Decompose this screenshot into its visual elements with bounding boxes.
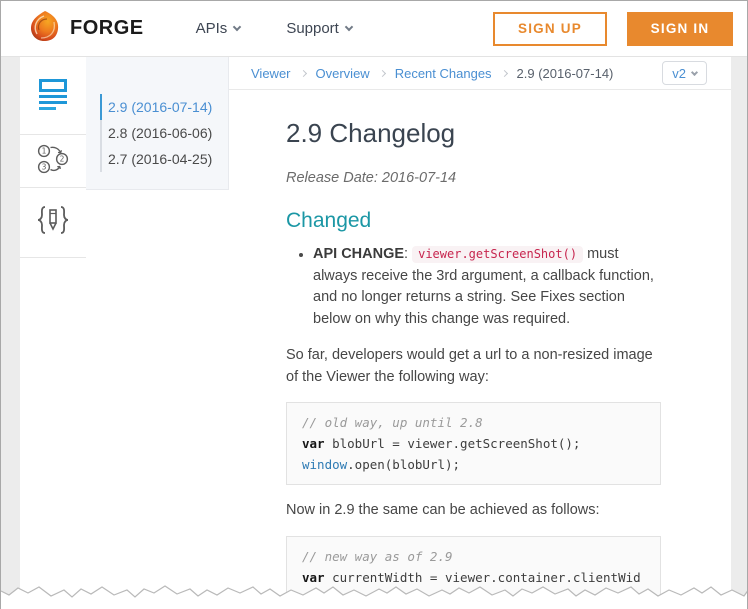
article-docs-icon (39, 78, 67, 113)
forge-logo[interactable]: FORGE (28, 9, 144, 48)
sign-in-button[interactable]: SIGN IN (627, 11, 733, 46)
code-line: // old way, up until 2.8 (302, 415, 483, 430)
left-page-gutter (1, 57, 20, 609)
main-content: Viewer Overview Recent Changes 2.9 (2016-07… (229, 57, 731, 609)
code-block-new-way: // new way as of 2.9 var currentWidth = v… (286, 535, 661, 609)
api-version-label: v2 (672, 65, 686, 81)
breadcrumb-link[interactable]: Overview (316, 66, 370, 81)
version-link-active[interactable]: 2.9 (2016-07-14) (100, 94, 228, 120)
forge-flame-icon (28, 9, 62, 48)
top-header: FORGE APIs Support SIGN UP SIGN IN (1, 1, 747, 57)
brand-name: FORGE (70, 17, 144, 39)
page-title: 2.9 Changelog (286, 118, 456, 148)
breadcrumb-separator-icon (299, 69, 307, 77)
numbered-steps-icon: 1 2 3 (35, 143, 71, 180)
breadcrumb-link[interactable]: Viewer (251, 66, 291, 81)
change-list-item: API CHANGE: viewer.getScreenShot() must … (299, 244, 661, 330)
breadcrumb-link[interactable]: Recent Changes (395, 66, 492, 81)
top-nav: APIs Support (195, 20, 354, 37)
svg-text:1: 1 (42, 146, 47, 155)
api-version-dropdown[interactable]: v2 (662, 61, 707, 85)
page: FORGE APIs Support SIGN UP SIGN IN 1 2 3… (0, 0, 748, 609)
section-heading-changed: Changed (286, 209, 372, 232)
inline-code: viewer.getScreenShot() (412, 246, 584, 263)
chevron-down-icon (690, 68, 699, 76)
version-link[interactable]: 2.8 (2016-06-06) (102, 120, 228, 146)
paragraph: Now in 2.9 the same can be achieved as f… (286, 502, 600, 518)
paragraph: So far, developers would get a url to a … (286, 347, 653, 385)
chevron-down-icon (233, 22, 242, 32)
breadcrumb: Viewer Overview Recent Changes 2.9 (2016-07… (251, 66, 613, 81)
version-panel: 2.9 (2016-07-14) 2.8 (2016-06-06) 2.7 (201… (86, 57, 229, 190)
nav-label: Support (286, 20, 339, 37)
sidebar-item-documentation[interactable] (20, 57, 86, 135)
breadcrumb-separator-icon (500, 69, 508, 77)
code-block-old-way: // old way, up until 2.8 var blobUrl = vi… (286, 402, 661, 485)
breadcrumb-current: 2.9 (2016-07-14) (516, 65, 614, 81)
chevron-down-icon (344, 22, 354, 32)
scrollbar-gutter[interactable] (731, 57, 747, 609)
code-line: // new way as of 2.9 (302, 548, 453, 564)
sign-up-button[interactable]: SIGN UP (493, 11, 607, 46)
release-date: Release Date: 2016-07-14 (286, 170, 457, 186)
header-buttons: SIGN UP SIGN IN (493, 11, 733, 46)
version-list: 2.9 (2016-07-14) 2.8 (2016-06-06) 2.7 (201… (100, 94, 228, 172)
page-body: 1 2 3 2.9 (2016-07-14) 2.8 (2016-06-06) … (1, 57, 747, 609)
version-sidebar: 2.9 (2016-07-14) 2.8 (2016-06-06) 2.7 (201… (86, 57, 229, 609)
nav-item-apis[interactable]: APIs (195, 20, 242, 37)
code-line: window.open(blobUrl); (302, 457, 461, 472)
icon-rail: 1 2 3 (20, 57, 86, 609)
svg-text:2: 2 (60, 154, 65, 163)
svg-text:3: 3 (42, 162, 47, 171)
article: 2.9 Changelog Release Date: 2016-07-14 C… (229, 90, 731, 609)
changes-list: API CHANGE: viewer.getScreenShot() must … (286, 244, 661, 330)
code-line: var currentWidth = viewer.container.clie… (302, 569, 641, 606)
sidebar-item-tutorials[interactable]: 1 2 3 (20, 135, 86, 188)
code-line: var blobUrl = viewer.getScreenShot(); (302, 436, 581, 451)
code-reference-icon (33, 203, 73, 242)
sidebar-item-api-reference[interactable] (20, 188, 86, 258)
version-link[interactable]: 2.7 (2016-04-25) (102, 146, 228, 172)
nav-label: APIs (195, 20, 228, 37)
breadcrumb-bar: Viewer Overview Recent Changes 2.9 (2016-07… (229, 57, 731, 90)
breadcrumb-separator-icon (378, 69, 386, 77)
nav-item-support[interactable]: Support (286, 20, 354, 37)
